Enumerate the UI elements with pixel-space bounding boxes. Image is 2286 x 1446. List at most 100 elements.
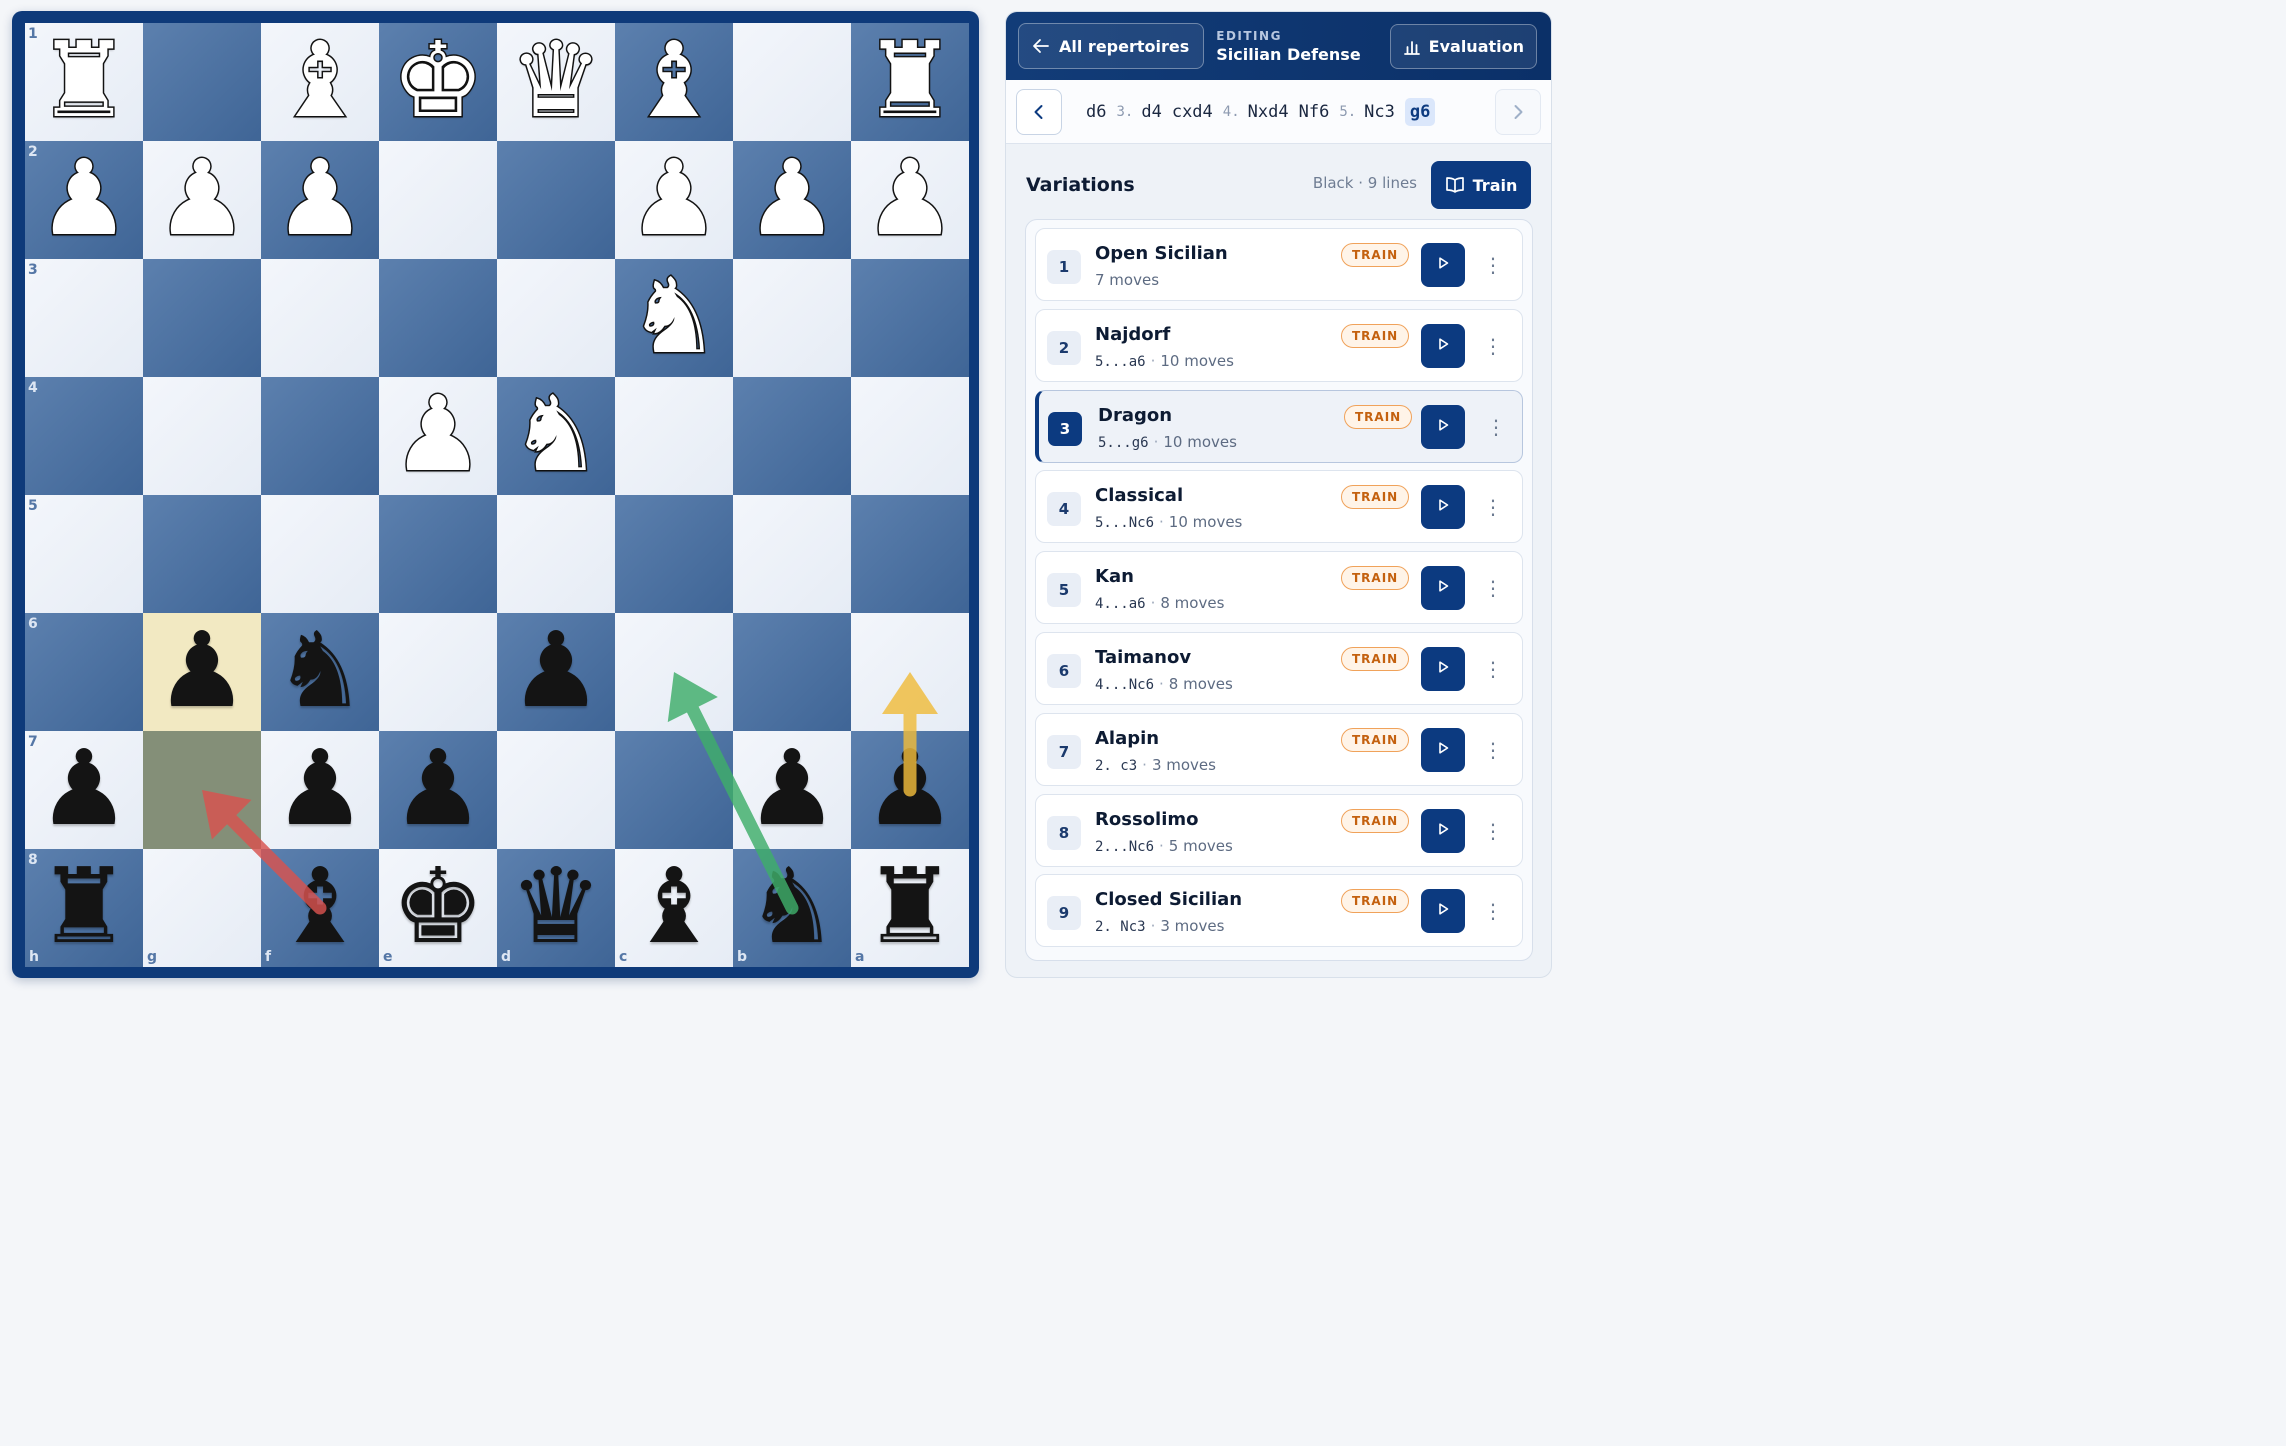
play-button[interactable]: [1421, 646, 1465, 691]
previous-move-button[interactable]: [1016, 88, 1062, 135]
square-d5[interactable]: [497, 495, 615, 613]
white-rook-piece[interactable]: ♜: [36, 27, 132, 134]
square-d7[interactable]: [497, 731, 615, 849]
square-d8[interactable]: d ♛: [497, 849, 615, 967]
evaluation-button[interactable]: Evaluation: [1389, 24, 1537, 69]
white-pawn-piece[interactable]: ♟: [36, 145, 132, 252]
square-b2[interactable]: ♟: [733, 141, 851, 259]
black-pawn-piece[interactable]: ♟: [863, 736, 956, 840]
square-c1[interactable]: ♝: [615, 23, 733, 141]
more-options-icon[interactable]: ⋮: [1483, 572, 1503, 604]
square-f4[interactable]: [261, 377, 379, 495]
move-item[interactable]: Nf6: [1299, 102, 1330, 122]
black-king-piece[interactable]: ♚: [391, 854, 484, 958]
white-bishop-piece[interactable]: ♝: [272, 27, 368, 134]
square-g7[interactable]: [143, 731, 261, 849]
variation-item[interactable]: 7 Alapin 2. c3 · 3 moves TRAIN ⋮: [1035, 712, 1523, 786]
square-e1[interactable]: ♚: [379, 23, 497, 141]
black-queen-piece[interactable]: ♛: [509, 854, 602, 958]
black-bishop-piece[interactable]: ♝: [273, 854, 366, 958]
square-g2[interactable]: ♟: [143, 141, 261, 259]
square-d3[interactable]: [497, 259, 615, 377]
more-options-icon[interactable]: ⋮: [1483, 249, 1503, 281]
black-pawn-piece[interactable]: ♟: [37, 736, 130, 840]
square-a7[interactable]: ♟: [851, 731, 969, 849]
square-a4[interactable]: [851, 377, 969, 495]
white-knight-piece[interactable]: ♞: [508, 381, 604, 488]
square-a8[interactable]: a ♜: [851, 849, 969, 967]
square-e6[interactable]: [379, 613, 497, 731]
square-c2[interactable]: ♟: [615, 141, 733, 259]
play-button[interactable]: [1421, 243, 1465, 287]
play-button[interactable]: [1421, 323, 1465, 368]
more-options-icon[interactable]: ⋮: [1483, 734, 1503, 766]
square-c6[interactable]: [615, 613, 733, 731]
square-c3[interactable]: ♞: [615, 259, 733, 377]
all-repertoires-button[interactable]: All repertoires: [1018, 23, 1205, 69]
move-item[interactable]: cxd4: [1172, 102, 1213, 122]
square-f7[interactable]: ♟: [261, 731, 379, 849]
square-e5[interactable]: [379, 495, 497, 613]
white-queen-piece[interactable]: ♛: [508, 27, 604, 134]
variation-item[interactable]: 9 Closed Sicilian 2. Nc3 · 3 moves TRAIN ⋮: [1035, 874, 1523, 948]
square-b7[interactable]: ♟: [733, 731, 851, 849]
square-h8[interactable]: 8 h ♜: [25, 849, 143, 967]
variation-item[interactable]: 1 Open Sicilian 7 moves TRAIN ⋮: [1035, 228, 1523, 301]
square-a1[interactable]: ♜: [851, 23, 969, 141]
square-f5[interactable]: [261, 495, 379, 613]
play-button[interactable]: [1421, 727, 1465, 772]
variation-item[interactable]: 8 Rossolimo 2...Nc6 · 5 moves TRAIN ⋮: [1035, 793, 1523, 867]
square-f3[interactable]: [261, 259, 379, 377]
more-options-icon[interactable]: ⋮: [1483, 653, 1503, 685]
more-options-icon[interactable]: ⋮: [1483, 491, 1503, 523]
square-g8[interactable]: g: [143, 849, 261, 967]
black-knight-piece[interactable]: ♞: [273, 618, 366, 722]
variation-item[interactable]: 4 Classical 5...Nc6 · 10 moves TRAIN ⋮: [1035, 470, 1523, 544]
move-item[interactable]: Nxd4: [1248, 102, 1289, 122]
white-pawn-piece[interactable]: ♟: [626, 145, 722, 252]
move-item[interactable]: Nc3: [1364, 102, 1395, 122]
more-options-icon[interactable]: ⋮: [1483, 815, 1503, 847]
square-e3[interactable]: [379, 259, 497, 377]
white-rook-piece[interactable]: ♜: [862, 27, 958, 134]
square-d2[interactable]: [497, 141, 615, 259]
black-rook-piece[interactable]: ♜: [863, 854, 956, 958]
square-f8[interactable]: f ♝: [261, 849, 379, 967]
square-h6[interactable]: 6: [25, 613, 143, 731]
variation-item[interactable]: 3 Dragon 5...g6 · 10 moves TRAIN ⋮: [1035, 389, 1523, 463]
white-pawn-piece[interactable]: ♟: [272, 145, 368, 252]
square-b4[interactable]: [733, 377, 851, 495]
black-pawn-piece[interactable]: ♟: [155, 618, 248, 722]
play-button[interactable]: [1421, 566, 1465, 611]
square-d1[interactable]: ♛: [497, 23, 615, 141]
square-h3[interactable]: 3: [25, 259, 143, 377]
square-b3[interactable]: [733, 259, 851, 377]
square-h4[interactable]: 4: [25, 377, 143, 495]
black-rook-piece[interactable]: ♜: [37, 854, 130, 958]
square-f6[interactable]: ♞: [261, 613, 379, 731]
square-c5[interactable]: [615, 495, 733, 613]
white-pawn-piece[interactable]: ♟: [744, 145, 840, 252]
square-e2[interactable]: [379, 141, 497, 259]
play-button[interactable]: [1421, 889, 1465, 934]
white-bishop-piece[interactable]: ♝: [626, 27, 722, 134]
square-d4[interactable]: ♞: [497, 377, 615, 495]
more-options-icon[interactable]: ⋮: [1486, 411, 1506, 443]
square-c4[interactable]: [615, 377, 733, 495]
square-e7[interactable]: ♟: [379, 731, 497, 849]
square-a3[interactable]: [851, 259, 969, 377]
white-king-piece[interactable]: ♚: [390, 27, 486, 134]
chessboard[interactable]: 1 ♜ ♝ ♚ ♛ ♝ ♜ 2 ♟ ♟ ♟ ♟ ♟ ♟ 3 ♞ 4 ♟ ♞ 5 6 ♟ ♞ ♟ 7 ♟ ♟ ♟ ♟ ♟ 8 h ♜ g f ♝ e ♚ d ♛…: [25, 23, 969, 967]
black-pawn-piece[interactable]: ♟: [391, 736, 484, 840]
square-c8[interactable]: c ♝: [615, 849, 733, 967]
square-h5[interactable]: 5: [25, 495, 143, 613]
current-move[interactable]: g6: [1404, 97, 1436, 126]
square-f2[interactable]: ♟: [261, 141, 379, 259]
variation-item[interactable]: 2 Najdorf 5...a6 · 10 moves TRAIN ⋮: [1035, 308, 1523, 382]
more-options-icon[interactable]: ⋮: [1483, 895, 1503, 927]
square-h7[interactable]: 7 ♟: [25, 731, 143, 849]
square-b8[interactable]: b ♞: [733, 849, 851, 967]
next-move-button[interactable]: [1495, 89, 1541, 135]
move-item[interactable]: d6: [1086, 102, 1106, 122]
more-options-icon[interactable]: ⋮: [1483, 330, 1503, 362]
